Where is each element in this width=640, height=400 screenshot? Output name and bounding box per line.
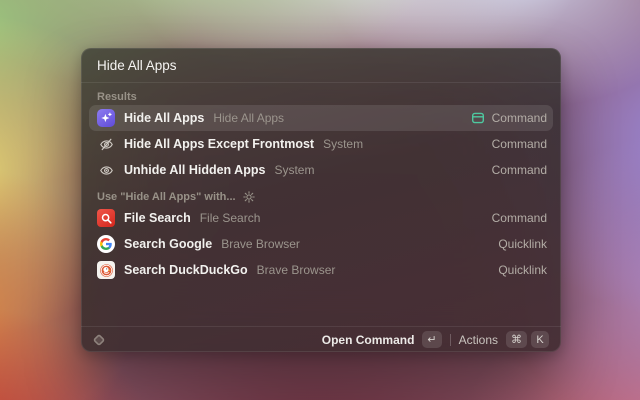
search-bar: [81, 48, 561, 83]
row-type-label: Quicklink: [498, 237, 547, 251]
google-icon: [97, 235, 115, 253]
search-input[interactable]: [97, 58, 545, 73]
result-row-search-google[interactable]: Search Google Brave Browser Quicklink: [89, 231, 553, 257]
eye-slash-icon: [97, 135, 115, 153]
row-title: Search Google: [124, 237, 212, 251]
footer-bar: Open Command ↵ Actions ⌘ K: [81, 326, 561, 352]
result-row-file-search[interactable]: File Search File Search Command: [89, 205, 553, 231]
file-search-icon: [97, 209, 115, 227]
cmd-key-badge: ⌘: [506, 331, 527, 348]
eye-icon: [97, 161, 115, 179]
section-header-use-with: Use "Hide All Apps" with...: [89, 189, 553, 205]
duckduckgo-icon: [97, 261, 115, 279]
k-key-badge: K: [531, 331, 549, 348]
result-row-hide-except-frontmost[interactable]: Hide All Apps Except Frontmost System Co…: [89, 131, 553, 157]
raycast-logo-icon: [91, 332, 107, 348]
footer-divider: [450, 334, 451, 346]
section-header-results: Results: [89, 89, 553, 105]
command-window-icon: [471, 111, 485, 125]
row-type-label: Command: [492, 137, 547, 151]
row-title: Search DuckDuckGo: [124, 263, 248, 277]
row-subtitle: Hide All Apps: [213, 111, 284, 125]
row-type-label: Command: [492, 163, 547, 177]
section-results-label: Results: [97, 91, 137, 103]
row-subtitle: Brave Browser: [221, 237, 300, 251]
result-row-hide-all-apps[interactable]: Hide All Apps Hide All Apps Command: [89, 105, 553, 131]
result-row-search-duckduckgo[interactable]: Search DuckDuckGo Brave Browser Quicklin…: [89, 257, 553, 283]
row-type-label: Command: [492, 211, 547, 225]
row-title: Unhide All Hidden Apps: [124, 163, 265, 177]
row-title: Hide All Apps: [124, 111, 204, 125]
row-subtitle: File Search: [200, 211, 261, 225]
actions-label: Actions: [459, 333, 498, 347]
return-key-badge: ↵: [422, 331, 441, 348]
row-subtitle: System: [274, 163, 314, 177]
row-title: Hide All Apps Except Frontmost: [124, 137, 314, 151]
gear-icon[interactable]: [243, 191, 255, 203]
row-type-label: Command: [492, 111, 547, 125]
row-title: File Search: [124, 211, 191, 225]
result-row-unhide-all-hidden[interactable]: Unhide All Hidden Apps System Command: [89, 157, 553, 183]
row-subtitle: System: [323, 137, 363, 151]
row-subtitle: Brave Browser: [257, 263, 336, 277]
open-command-hint[interactable]: Open Command ↵: [322, 331, 442, 348]
hide-all-apps-extension-icon: [97, 109, 115, 127]
section-use-with-label: Use "Hide All Apps" with...: [97, 191, 236, 203]
actions-hint[interactable]: Actions ⌘ K: [459, 331, 549, 348]
result-list: Results Hide All Apps Hide All Apps Comm…: [81, 83, 561, 326]
row-type-label: Quicklink: [498, 263, 547, 277]
open-command-label: Open Command: [322, 333, 415, 347]
launcher-window: Results Hide All Apps Hide All Apps Comm…: [81, 48, 561, 352]
